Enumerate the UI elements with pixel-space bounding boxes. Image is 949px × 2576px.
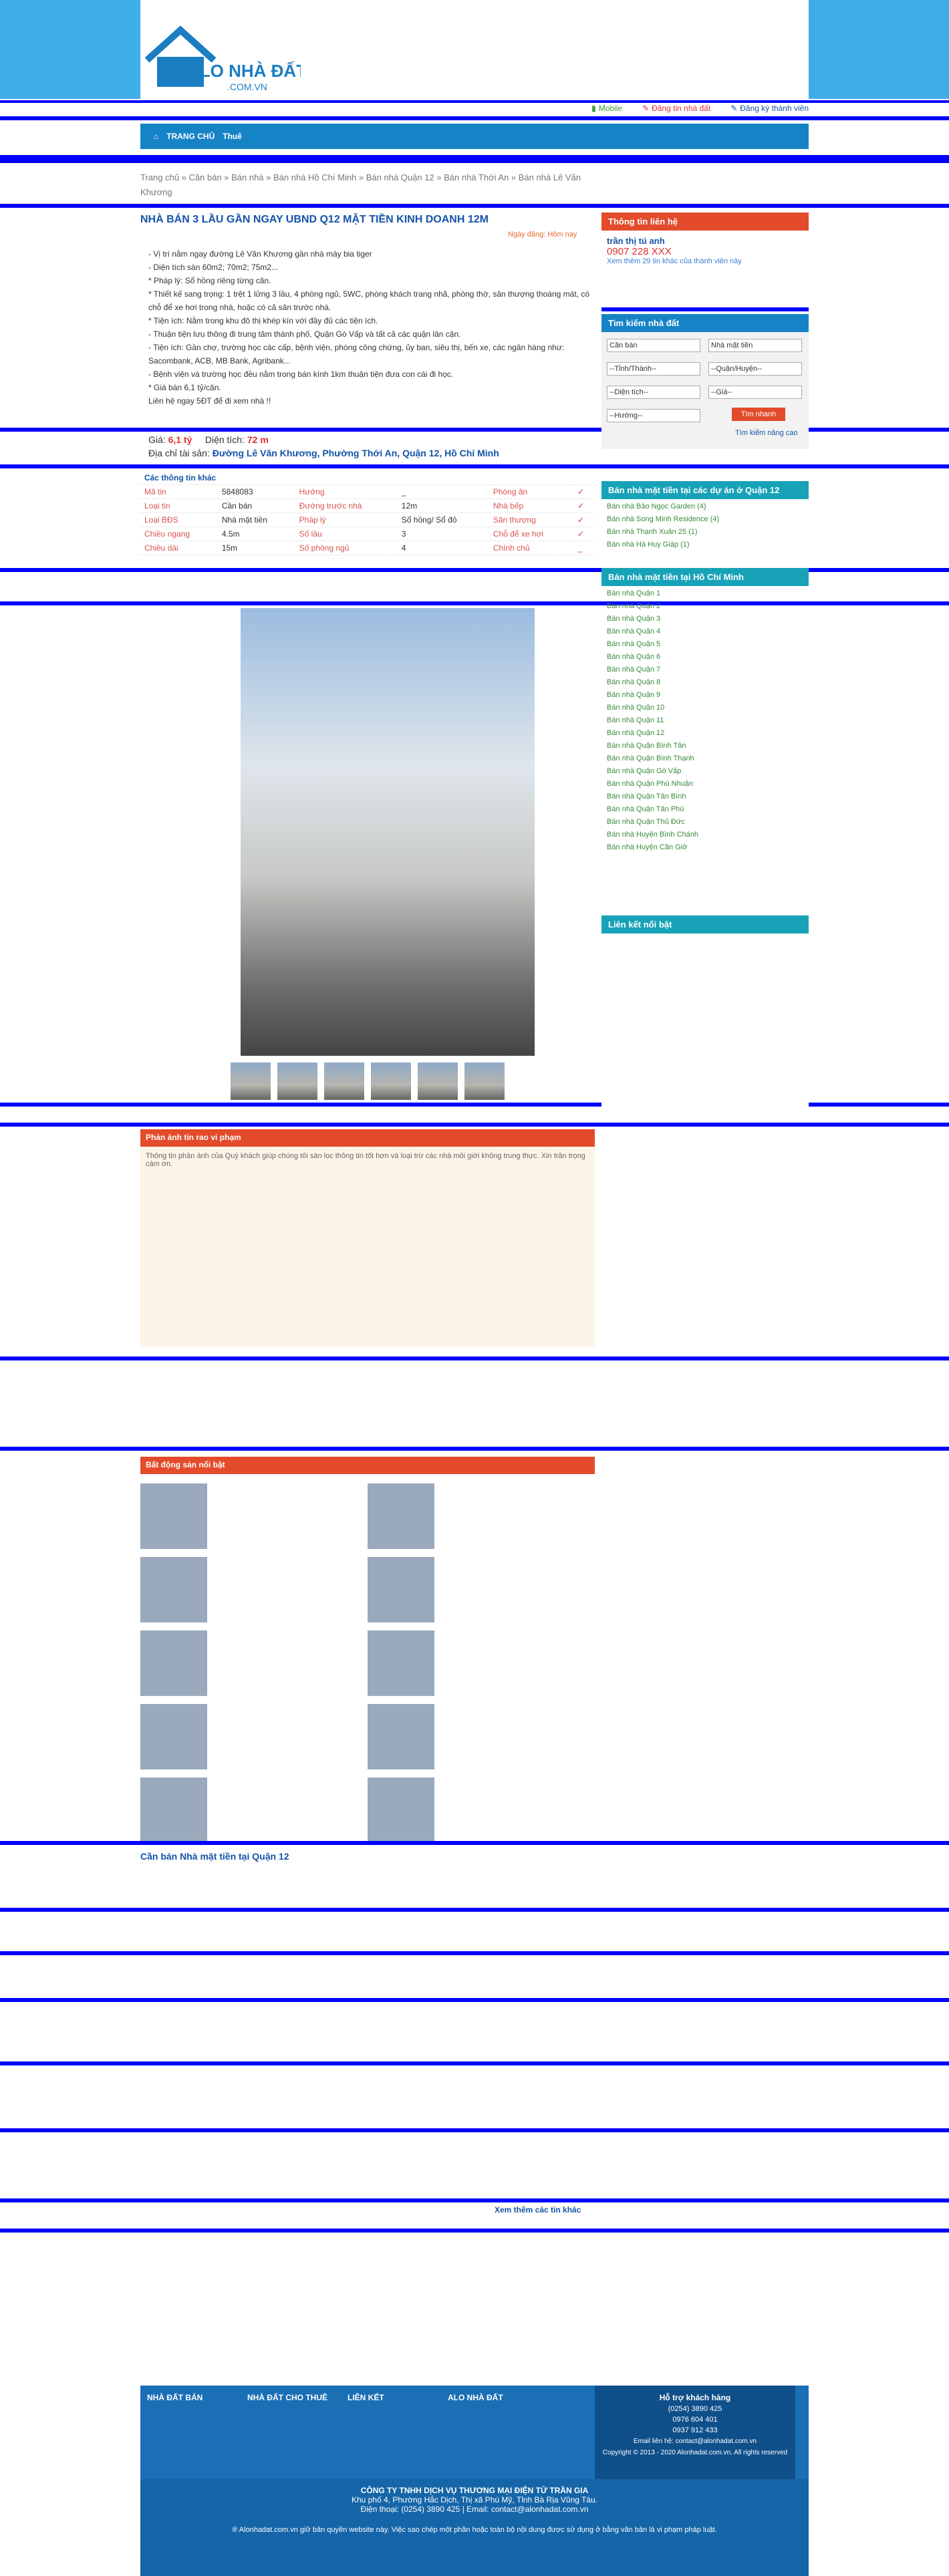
blue-line	[601, 307, 809, 311]
blue-line	[0, 1841, 949, 1845]
price-value: 6,1 tỷ	[168, 434, 192, 445]
blue-line	[0, 100, 949, 103]
blue-line	[0, 204, 949, 208]
list-item[interactable]	[140, 1630, 361, 1697]
register-icon: ✎	[730, 104, 738, 113]
listing-description: - Vị trí nằm ngay đường Lê Văn Khương gầ…	[148, 249, 590, 406]
table-row: Chiều ngang 4.5m Số lầu 3 Chỗ để xe hơi ✓	[140, 527, 595, 541]
mobile-icon: ▮	[591, 104, 596, 113]
address: Đường Lê Văn Khương, Phường Thới An, Quậ…	[212, 448, 499, 458]
mobile-link[interactable]: ▮ Mobile	[591, 104, 622, 113]
more-link[interactable]: Xem thêm các tin khác	[495, 2205, 581, 2214]
thumbnail[interactable]	[371, 1062, 411, 1100]
listing-title: NHÀ BÁN 3 LẦU GẦN NGAY UBND Q12 MẶT TIỀN…	[140, 214, 489, 225]
blue-line	[0, 155, 949, 163]
blue-line	[0, 464, 949, 468]
post-link[interactable]: ✎ Đăng tin nhà đất	[642, 104, 710, 113]
thumbnail[interactable]	[464, 1062, 505, 1100]
blue-line	[0, 116, 949, 120]
search-box: Tìm kiếm nhà đất Cần bán Nhà mặt tiền --…	[601, 314, 809, 449]
area-select[interactable]: --Diện tích--	[607, 386, 700, 399]
list-item[interactable]	[368, 1557, 588, 1624]
related-title: Bất động sản nổi bật	[140, 1457, 595, 1474]
advanced-search-link[interactable]: Tìm kiếm nâng cao	[735, 429, 798, 437]
blue-line	[0, 1356, 949, 1361]
price-select[interactable]: --Giá--	[708, 386, 802, 399]
listing-date: Ngày đăng: Hôm nay	[508, 231, 577, 239]
blue-line	[0, 1998, 949, 2002]
blue-line	[0, 2128, 949, 2132]
footer-links: NHÀ ĐẤT BÁN NHÀ ĐẤT CHO THUÊ LIÊN KẾT AL…	[140, 2386, 809, 2479]
blue-line	[0, 2061, 949, 2065]
table-row: Loại tin Cần bán Đường trước nhà 12m Nhà bếp…	[140, 498, 595, 513]
svg-text:ALO NHÀ ĐẤT: ALO NHÀ ĐẤT	[187, 61, 301, 81]
post-icon: ✎	[642, 104, 650, 113]
contact-phone[interactable]: 0907 228 XXX	[607, 246, 803, 257]
direction-select[interactable]: --Hướng--	[607, 409, 700, 422]
register-link[interactable]: ✎ Đăng ký thành viên	[730, 104, 809, 113]
top-links: ▮ Mobile ✎ Đăng tin nhà đất ✎ Đăng ký thành…	[591, 104, 809, 113]
search-button[interactable]: Tìm nhanh	[732, 408, 785, 421]
nav-home[interactable]: TRANG CHỦ	[166, 132, 215, 141]
blue-line	[0, 2229, 949, 2233]
blue-line	[0, 1951, 949, 1955]
blue-line	[0, 2198, 949, 2202]
district-select[interactable]: --Quận/Huyện--	[708, 362, 802, 376]
list-item[interactable]	[368, 1704, 588, 1771]
province-select[interactable]: --Tỉnh/Thành--	[607, 362, 700, 376]
contact-box: Thông tin liên hệ trần thị tú anh 0907 2…	[601, 212, 809, 271]
district-list: Bán nhà mặt tiền tại Hồ Chí Minh Bán nhà…	[601, 568, 809, 855]
listing-photo[interactable]	[241, 608, 535, 1056]
nav-rent[interactable]: Thuê	[223, 132, 242, 141]
area-value: 72 m	[247, 434, 269, 445]
blue-line	[0, 1123, 949, 1127]
list-item[interactable]	[368, 1777, 588, 1844]
report-form: Thông tin phản ánh của Quý khách giúp ch…	[140, 1147, 595, 1347]
type-select[interactable]: Cần bán	[607, 339, 700, 352]
thumbnail[interactable]	[231, 1062, 271, 1100]
footer-bottom: CÔNG TY TNHH DỊCH VỤ THƯƠNG MẠI ĐIỆN TỬ …	[140, 2479, 809, 2576]
table-row: Chiều dài 15m Số phòng ngủ 4 Chính chủ _	[140, 541, 595, 555]
list-item[interactable]	[368, 1630, 588, 1697]
breadcrumb[interactable]: Trang chủ » Cần bán » Bán nhà » Bán nhà …	[140, 170, 595, 200]
site-logo[interactable]: ALO NHÀ ĐẤT .COM.VN	[140, 20, 307, 94]
photo-thumbnails	[231, 1062, 505, 1100]
report-title: Phản ánh tin rao vi phạm	[140, 1129, 595, 1147]
blue-line	[0, 1908, 949, 1912]
table-row: Loại BĐS Nhà mặt tiền Pháp lý Sổ hồng/ Sổ đ…	[140, 513, 595, 527]
project-list: Bán nhà mặt tiền tại các dự án ở Quận 12…	[601, 481, 809, 553]
list-item[interactable]	[140, 1483, 361, 1550]
info-table: Các thông tin khác Mã tin 5848083 Hướng _ Ph…	[140, 471, 595, 555]
nearby-title: Cần bán Nhà mặt tiền tại Quận 12	[140, 1851, 289, 1862]
list-item[interactable]	[140, 1777, 361, 1844]
contact-name: trần thị tú anh	[607, 236, 665, 246]
home-icon[interactable]: ⌂	[154, 132, 158, 141]
thumbnail[interactable]	[277, 1062, 317, 1100]
category-select[interactable]: Nhà mặt tiền	[708, 339, 802, 352]
blue-line	[0, 1447, 949, 1451]
list-item[interactable]	[368, 1483, 588, 1550]
list-item[interactable]	[140, 1557, 361, 1624]
main-nav: ⌂ TRANG CHỦ Thuê	[140, 124, 809, 149]
thumbnail[interactable]	[418, 1062, 458, 1100]
contact-more[interactable]: Xem thêm 29 tin khác của thành viên này	[607, 257, 803, 265]
list-item[interactable]	[140, 1704, 361, 1771]
svg-text:.COM.VN: .COM.VN	[227, 82, 267, 92]
table-row: Mã tin 5848083 Hướng _ Phòng ăn ✓	[140, 484, 595, 499]
price-box: Giá: 6,1 tỷ Diện tích: 72 m Địa chỉ tài …	[148, 434, 499, 458]
featured-links: Liên kết nổi bật	[601, 915, 809, 1121]
thumbnail[interactable]	[324, 1062, 364, 1100]
